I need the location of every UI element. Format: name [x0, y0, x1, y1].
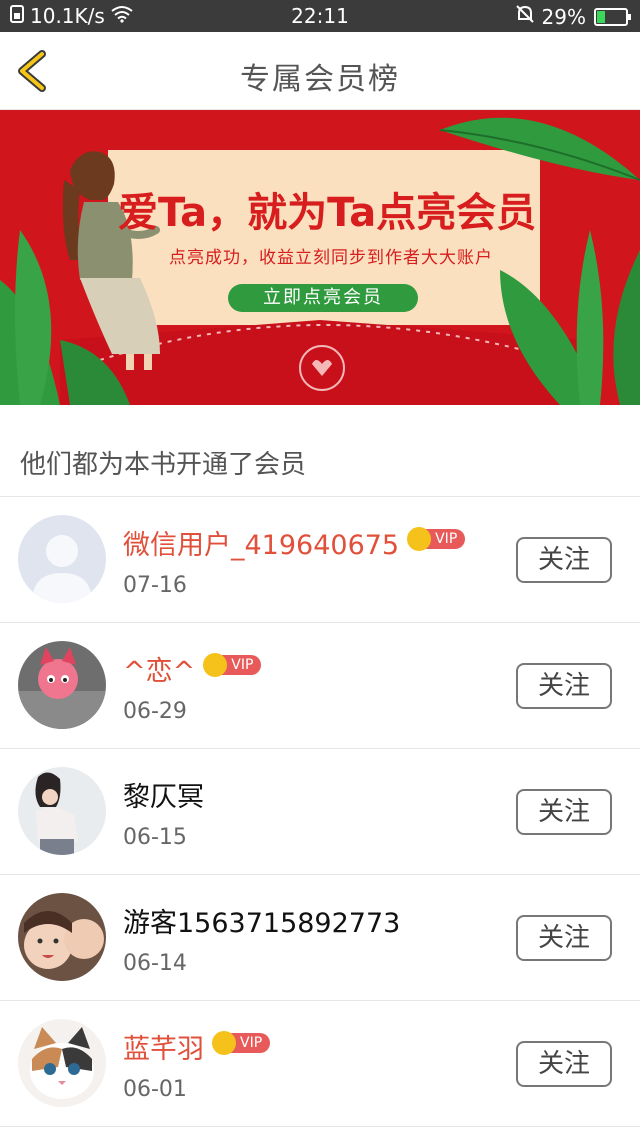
member-date: 07-16 — [123, 573, 187, 598]
default-user-icon — [18, 515, 106, 603]
follow-button[interactable]: 关注 — [516, 789, 612, 835]
member-row[interactable]: ^恋^ VIP 06-29 关注 — [0, 623, 640, 749]
member-row[interactable]: 游客1563715892773 06-14 关注 — [0, 875, 640, 1001]
member-row[interactable]: 微信用户_419640675 VIP 07-16 关注 — [0, 497, 640, 623]
member-name-text: 微信用户_419640675 — [123, 530, 400, 561]
photo-avatar-image — [18, 767, 106, 855]
banner-title: 爱Ta，就为Ta点亮会员 — [118, 190, 537, 236]
member-name-text: 蓝芊羽 — [123, 1034, 204, 1065]
section-heading: 他们都为本书开通了会员 — [20, 450, 307, 480]
cartoon-avatar-image — [18, 641, 106, 729]
member-name: 游客1563715892773 — [123, 901, 400, 940]
photo-avatar-image — [18, 893, 106, 981]
vip-badge: VIP — [212, 1030, 271, 1055]
crown-icon — [203, 652, 228, 677]
cat-avatar-image — [18, 1019, 106, 1107]
member-row[interactable]: 黎仄冥 06-15 关注 — [0, 749, 640, 875]
light-up-vip-button[interactable]: 立即点亮会员 — [228, 284, 418, 312]
member-date: 06-01 — [123, 1077, 187, 1102]
avatar[interactable] — [18, 641, 106, 729]
crown-icon — [212, 1030, 236, 1055]
banner-subtitle: 点亮成功，收益立刻同步到作者大大账户 — [169, 248, 493, 268]
member-name: 微信用户_419640675 VIP — [123, 523, 466, 562]
member-date: 06-14 — [123, 951, 187, 976]
member-name-text: 游客1563715892773 — [123, 908, 401, 939]
page-title: 专属会员榜 — [240, 62, 400, 97]
app-header: 专属会员榜 — [0, 32, 640, 110]
member-date: 06-29 — [123, 699, 187, 724]
member-row[interactable]: 蓝芊羽 VIP 06-01 关注 — [0, 1001, 640, 1127]
member-name-text: 黎仄冥 — [123, 782, 204, 813]
avatar[interactable] — [18, 515, 106, 603]
member-list: 微信用户_419640675 VIP 07-16 关注 ^恋^ VIP 06-29 … — [0, 497, 640, 1127]
member-name-text: ^恋^ — [123, 656, 196, 687]
promo-banner[interactable]: 爱Ta，就为Ta点亮会员 点亮成功，收益立刻同步到作者大大账户 立即点亮会员 — [0, 110, 640, 405]
member-name: 黎仄冥 — [123, 775, 204, 814]
follow-button[interactable]: 关注 — [516, 1041, 612, 1087]
vip-badge: VIP — [407, 526, 466, 551]
follow-button[interactable]: 关注 — [516, 915, 612, 961]
status-bar: 10.1K/s 22:11 29% — [0, 0, 640, 32]
crown-icon — [407, 526, 432, 551]
status-right: 29% — [515, 4, 631, 29]
avatar[interactable] — [18, 767, 106, 855]
follow-button[interactable]: 关注 — [516, 663, 612, 709]
follow-button[interactable]: 关注 — [516, 537, 612, 583]
avatar[interactable] — [18, 893, 106, 981]
member-name: ^恋^ VIP — [123, 649, 262, 688]
battery-percent: 29% — [541, 4, 586, 29]
member-name: 蓝芊羽 VIP — [123, 1027, 271, 1066]
member-date: 06-15 — [123, 825, 187, 850]
vip-badge: VIP — [203, 652, 262, 677]
battery-icon — [594, 7, 631, 26]
avatar[interactable] — [18, 1019, 106, 1107]
mute-bell-icon — [515, 4, 534, 29]
